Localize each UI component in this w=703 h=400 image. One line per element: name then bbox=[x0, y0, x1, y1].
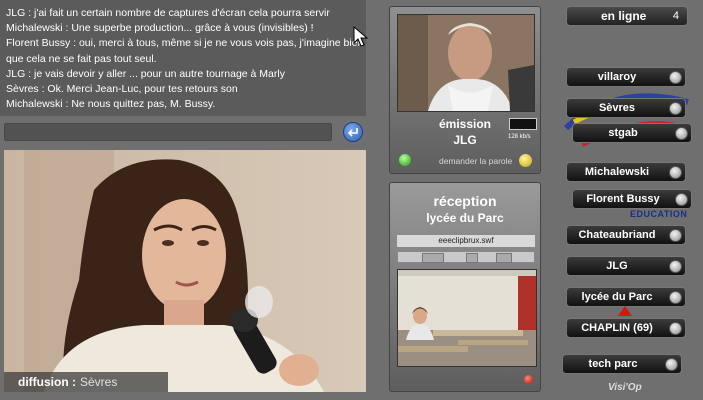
user-toggle-icon[interactable] bbox=[669, 291, 682, 304]
enter-arrow-icon bbox=[347, 128, 358, 137]
stop-button[interactable] bbox=[466, 253, 478, 263]
user-tech-parc[interactable]: tech parc bbox=[562, 354, 682, 374]
chat-message: JLG : j'ai fait un certain nombre de cap… bbox=[6, 7, 330, 19]
user-name: Sèvres bbox=[598, 102, 636, 114]
user-michalewski[interactable]: Michalewski bbox=[566, 162, 686, 182]
mouse-cursor-icon bbox=[353, 26, 369, 47]
play-button[interactable] bbox=[496, 253, 512, 263]
ask-speak-button[interactable] bbox=[519, 154, 532, 167]
emission-webcam-image bbox=[398, 15, 534, 111]
indicator-triangle-icon bbox=[618, 306, 632, 316]
emission-webcam bbox=[397, 14, 535, 112]
media-filename: eeeclipbrux.swf bbox=[397, 235, 535, 247]
user-name: Michalewski bbox=[584, 166, 650, 178]
chat-message: Florent Bussy : oui, merci à tous, même … bbox=[6, 37, 360, 50]
emission-panel: émission JLG 128 kb/s demander la parole bbox=[389, 6, 541, 174]
user-name: tech parc bbox=[588, 358, 638, 370]
user-florent-bussy[interactable]: Florent Bussy bbox=[572, 189, 692, 209]
chat-message: Michalewski : Ne nous quittez pas, M. Bu… bbox=[6, 98, 216, 111]
user-toggle-icon[interactable] bbox=[665, 358, 678, 371]
status-led-red-icon bbox=[524, 375, 533, 384]
user-villaroy[interactable]: villaroy bbox=[566, 67, 686, 87]
user-toggle-icon[interactable] bbox=[669, 71, 682, 84]
broadcast-frame-image bbox=[4, 150, 366, 392]
send-message-button[interactable] bbox=[343, 122, 363, 142]
broadcast-video: diffusion : Sèvres bbox=[4, 150, 366, 392]
chat-message: que cela ne se fait pas tout seul. bbox=[6, 52, 157, 65]
education-logo-text: EDUCATION bbox=[630, 209, 688, 219]
reception-panel: réception lycée du Parc eeeclipbrux.swf bbox=[389, 182, 541, 392]
online-label: en ligne bbox=[601, 9, 647, 23]
broadcast-source: Sèvres bbox=[79, 375, 118, 389]
user-name: villaroy bbox=[597, 71, 637, 83]
user-name: stgab bbox=[608, 127, 638, 139]
audio-level-meter bbox=[509, 118, 537, 130]
user-toggle-icon[interactable] bbox=[669, 102, 682, 115]
user-toggle-icon[interactable] bbox=[669, 322, 682, 335]
user-name: lycée du Parc bbox=[581, 291, 653, 303]
user-stgab[interactable]: stgab bbox=[572, 123, 692, 143]
user-toggle-icon[interactable] bbox=[669, 229, 682, 242]
user-toggle-icon[interactable] bbox=[669, 260, 682, 273]
user-jlg[interactable]: JLG bbox=[566, 256, 686, 276]
reception-video bbox=[397, 269, 537, 367]
online-count: 4 bbox=[672, 10, 679, 22]
user-toggle-icon[interactable] bbox=[675, 127, 688, 140]
user-toggle-icon[interactable] bbox=[669, 166, 682, 179]
user-name: JLG bbox=[606, 260, 628, 272]
reception-title: réception bbox=[433, 193, 497, 209]
user-sevres[interactable]: Sèvres bbox=[566, 98, 686, 118]
online-counter: en ligne 4 bbox=[566, 6, 688, 26]
chat-message: Sèvres : Ok. Merci Jean-Luc, pour tes re… bbox=[6, 83, 238, 96]
status-led-green-icon bbox=[399, 154, 411, 166]
user-name: Florent Bussy bbox=[586, 193, 660, 205]
chat-input[interactable] bbox=[4, 123, 332, 141]
chat-message: Michalewski : Une superbe production... … bbox=[6, 22, 314, 35]
bitrate-readout: 128 kb/s bbox=[508, 134, 531, 140]
reception-video-image bbox=[398, 270, 536, 366]
user-name: Chateaubriand bbox=[578, 229, 656, 241]
user-lycee-du-parc[interactable]: lycée du Parc bbox=[566, 287, 686, 307]
reception-site: lycée du Parc bbox=[426, 211, 504, 225]
chat-log: JLG : j'ai fait un certain nombre de cap… bbox=[0, 0, 366, 116]
ask-speak-label[interactable]: demander la parole bbox=[439, 156, 512, 166]
user-chaplin-69[interactable]: CHAPLIN (69) bbox=[566, 318, 686, 338]
visiop-logo: Visi'Op bbox=[608, 382, 642, 393]
seek-handle[interactable] bbox=[422, 253, 444, 263]
user-toggle-icon[interactable] bbox=[675, 193, 688, 206]
broadcast-label: diffusion : bbox=[18, 375, 76, 389]
chat-message: JLG : je vais devoir y aller ... pour un… bbox=[6, 67, 285, 80]
user-name: CHAPLIN (69) bbox=[581, 322, 653, 334]
media-player-controls[interactable] bbox=[397, 251, 535, 263]
user-chateaubriand[interactable]: Chateaubriand bbox=[566, 225, 686, 245]
broadcast-source-label: diffusion : Sèvres bbox=[4, 372, 168, 392]
